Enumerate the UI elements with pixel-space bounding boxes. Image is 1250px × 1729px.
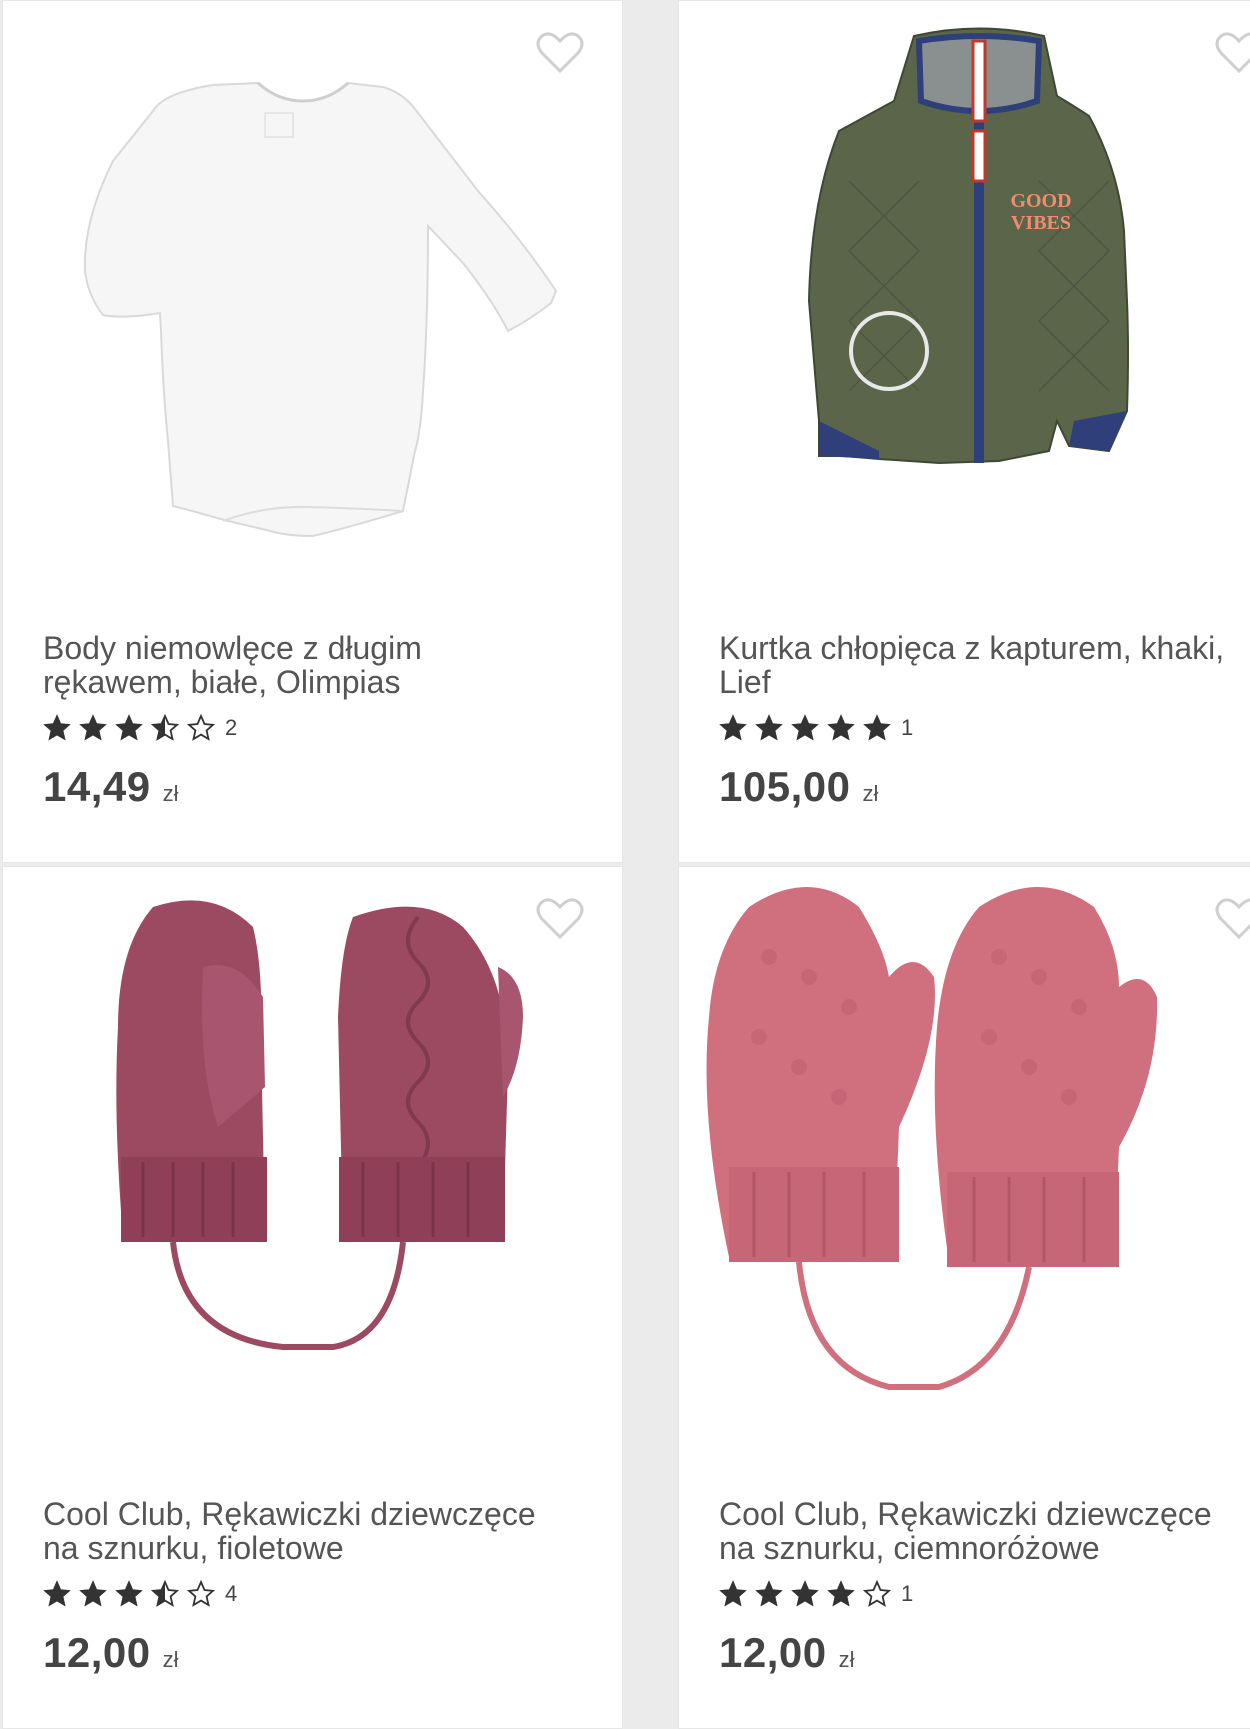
star-filled-icon xyxy=(79,1580,107,1607)
star-filled-icon xyxy=(719,1580,747,1607)
product-card[interactable]: Cool Club, Rękawiczki dziewczęce na sznu… xyxy=(678,866,1250,1729)
price-amount: 12,00 xyxy=(43,1629,151,1676)
star-filled-icon xyxy=(719,714,747,741)
star-filled-icon xyxy=(791,1580,819,1607)
product-info: Kurtka chłopięca z kapturem, khaki, Lief… xyxy=(719,631,1250,811)
product-name[interactable]: Kurtka chłopięca z kapturem, khaki, Lief xyxy=(719,631,1250,703)
star-filled-icon xyxy=(791,714,819,741)
star-filled-icon xyxy=(755,1580,783,1607)
favorite-heart-icon[interactable] xyxy=(1215,31,1250,75)
product-card[interactable]: GOOD VIBES Kurtka chłopięca z kapturem, … xyxy=(678,0,1250,863)
star-empty-icon xyxy=(187,1580,215,1607)
rating-count: 1 xyxy=(901,715,914,740)
product-card[interactable]: Cool Club, Rękawiczki dziewczęce na sznu… xyxy=(2,866,623,1729)
product-name[interactable]: Body niemowlęce z długim rękawem, białe,… xyxy=(43,631,603,703)
product-info: Body niemowlęce z długim rękawem, białe,… xyxy=(43,631,622,811)
star-empty-icon xyxy=(187,714,215,741)
product-rating: 4 xyxy=(43,1579,622,1609)
star-filled-icon xyxy=(43,714,71,741)
product-rating: 1 xyxy=(719,713,1250,743)
star-filled-icon xyxy=(827,714,855,741)
jacket-print-text: GOOD xyxy=(1010,190,1071,212)
rating-count: 4 xyxy=(225,1581,238,1606)
price-currency: zł xyxy=(838,1647,855,1672)
rating-count: 2 xyxy=(225,715,238,740)
star-filled-icon xyxy=(79,714,107,741)
product-image[interactable] xyxy=(3,867,622,1467)
product-grid: Body niemowlęce z długim rękawem, białe,… xyxy=(0,0,1250,1729)
star-empty-icon xyxy=(863,1580,891,1607)
product-name[interactable]: Cool Club, Rękawiczki dziewczęce na sznu… xyxy=(43,1497,603,1569)
star-half-icon xyxy=(151,714,179,741)
price-currency: zł xyxy=(162,781,179,806)
product-info: Cool Club, Rękawiczki dziewczęce na sznu… xyxy=(719,1497,1250,1677)
star-half-icon xyxy=(151,1580,179,1607)
jacket-print-text: VIBES xyxy=(1011,212,1071,234)
product-image[interactable] xyxy=(679,867,1250,1467)
price-amount: 12,00 xyxy=(719,1629,827,1676)
white-baby-bodysuit-icon xyxy=(83,81,558,538)
star-filled-icon xyxy=(115,1580,143,1607)
product-name[interactable]: Cool Club, Rękawiczki dziewczęce na sznu… xyxy=(719,1497,1250,1569)
star-filled-icon xyxy=(755,714,783,741)
favorite-heart-icon[interactable] xyxy=(536,31,584,75)
price-currency: zł xyxy=(862,781,879,806)
khaki-quilted-jacket-icon: GOOD VIBES xyxy=(807,27,1129,465)
price-currency: zł xyxy=(162,1647,179,1672)
star-filled-icon xyxy=(43,1580,71,1607)
product-card[interactable]: Body niemowlęce z długim rękawem, białe,… xyxy=(2,0,623,863)
product-image[interactable]: GOOD VIBES xyxy=(679,1,1250,601)
purple-knitted-mittens-icon xyxy=(116,900,523,1350)
product-price: 12,00 zł xyxy=(719,1629,1250,1677)
favorite-heart-icon[interactable] xyxy=(536,897,584,941)
product-price: 12,00 zł xyxy=(43,1629,622,1677)
star-filled-icon xyxy=(115,714,143,741)
product-rating: 2 xyxy=(43,713,622,743)
product-price: 14,49 zł xyxy=(43,763,622,811)
price-amount: 14,49 xyxy=(43,763,151,810)
product-image[interactable] xyxy=(3,1,622,601)
rating-count: 1 xyxy=(901,1581,914,1606)
product-info: Cool Club, Rękawiczki dziewczęce na sznu… xyxy=(43,1497,622,1677)
star-filled-icon xyxy=(863,714,891,741)
product-price: 105,00 zł xyxy=(719,763,1250,811)
star-filled-icon xyxy=(827,1580,855,1607)
price-amount: 105,00 xyxy=(719,763,851,810)
pink-knitted-mittens-icon xyxy=(706,887,1158,1390)
favorite-heart-icon[interactable] xyxy=(1215,897,1250,941)
product-rating: 1 xyxy=(719,1579,1250,1609)
